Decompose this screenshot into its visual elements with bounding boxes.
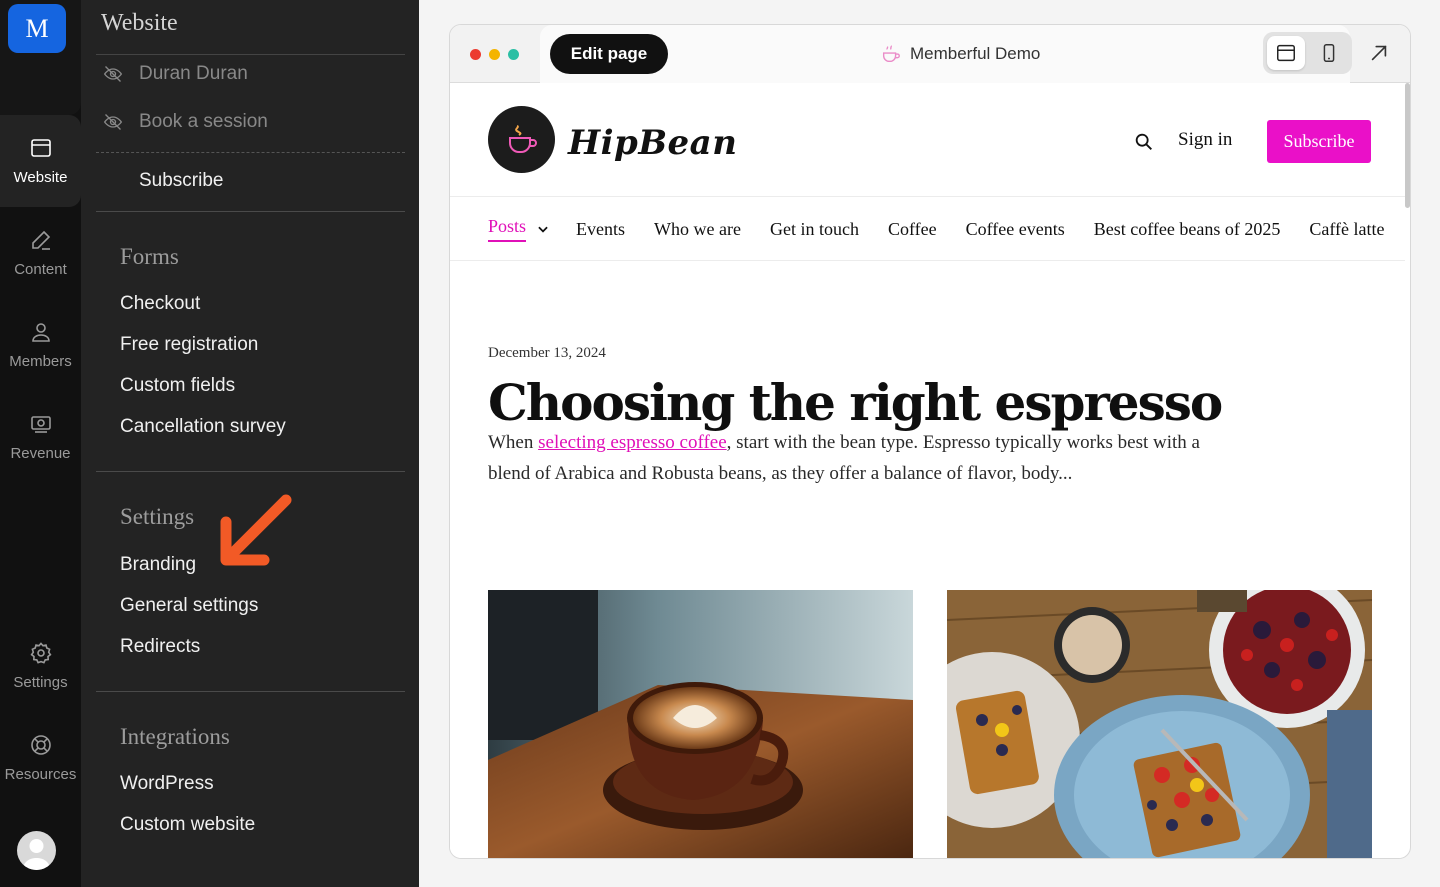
subscribe-page-link[interactable]: Subscribe: [139, 170, 224, 192]
view-mode-toggle: [1263, 32, 1352, 74]
window-close-dot: [470, 49, 481, 60]
nav-link-custom-fields[interactable]: Custom fields: [120, 375, 235, 397]
post-date: December 13, 2024: [488, 345, 606, 361]
site-preview-frame: Edit page Memberful Demo HipBean Sign in: [449, 24, 1411, 859]
chevron-down-icon[interactable]: [536, 222, 550, 236]
menu-item-caffe-latte[interactable]: Caffè latte: [1309, 219, 1384, 240]
lifebuoy-icon: [30, 735, 51, 755]
subnav-title: Website: [101, 10, 178, 36]
browser-window-icon: [30, 139, 51, 157]
rail-item-revenue[interactable]: Revenue: [0, 391, 81, 483]
preview-site-title-text: Memberful Demo: [910, 44, 1041, 63]
menu-item-coffee[interactable]: Coffee: [888, 219, 937, 240]
icon-rail: M Website Content Members Revenue Settin…: [0, 0, 81, 887]
divider: [96, 691, 405, 692]
desktop-view-button[interactable]: [1267, 36, 1305, 70]
rail-item-members[interactable]: Members: [0, 299, 81, 391]
eye-off-icon: [103, 66, 123, 82]
post-image-breakfast[interactable]: [947, 590, 1372, 858]
desktop-view-icon: [1277, 44, 1295, 62]
search-icon[interactable]: [1133, 131, 1155, 153]
nav-link-branding[interactable]: Branding: [120, 554, 196, 576]
rail-item-label: Content: [14, 261, 67, 278]
menu-item-who-we-are[interactable]: Who we are: [654, 219, 741, 240]
excerpt-text: When: [488, 432, 539, 453]
window-maximize-dot: [508, 49, 519, 60]
person-icon: [31, 323, 50, 342]
divider: [96, 211, 405, 212]
external-arrow-icon[interactable]: [1368, 42, 1390, 64]
post-excerpt: When selecting espresso coffee, start wi…: [488, 427, 1208, 489]
site-menu: Posts Events Who we are Get in touch Cof…: [488, 216, 1410, 242]
nav-link-checkout[interactable]: Checkout: [120, 293, 200, 315]
eye-off-icon: [103, 114, 123, 130]
divider: [450, 260, 1405, 261]
rail-header: M: [0, 0, 81, 115]
divider: [450, 196, 1405, 197]
rail-item-label: Members: [9, 353, 72, 370]
menu-item-get-in-touch[interactable]: Get in touch: [770, 219, 859, 240]
nav-link-custom-website[interactable]: Custom website: [120, 814, 255, 836]
divider: [96, 54, 405, 55]
post-image-latte[interactable]: [488, 590, 913, 858]
rail-item-content[interactable]: Content: [0, 207, 81, 299]
hipbean-logo-mark[interactable]: [488, 106, 555, 173]
window-minimize-dot: [489, 49, 500, 60]
rail-item-resources[interactable]: Resources: [0, 712, 81, 804]
excerpt-link[interactable]: selecting espresso coffee: [538, 432, 727, 453]
menu-item-posts[interactable]: Posts: [488, 216, 527, 242]
rail-item-label: Resources: [4, 766, 77, 783]
site-page: HipBean Sign in Subscribe Posts Events W…: [450, 83, 1405, 858]
hidden-page-book-a-session[interactable]: Book a session: [103, 111, 268, 133]
website-subnav: Website Duran Duran Book a session Subsc…: [81, 0, 419, 887]
section-heading-forms: Forms: [120, 244, 179, 269]
pointer-arrow-icon: [220, 494, 292, 566]
hidden-page-label: Book a session: [139, 111, 268, 132]
hidden-page-label: Duran Duran: [139, 63, 248, 84]
rail-item-label: Revenue: [10, 445, 71, 462]
preview-site-title: Memberful Demo: [880, 43, 1040, 65]
mobile-view-icon: [1323, 44, 1335, 62]
default-avatar-icon: [22, 839, 51, 870]
gear-icon: [30, 642, 51, 664]
nav-link-wordpress[interactable]: WordPress: [120, 773, 214, 795]
sign-in-link[interactable]: Sign in: [1178, 129, 1232, 151]
menu-item-best-coffee-beans[interactable]: Best coffee beans of 2025: [1094, 219, 1281, 240]
brand-name[interactable]: HipBean: [568, 123, 737, 163]
subscribe-button[interactable]: Subscribe: [1267, 120, 1371, 163]
section-heading-settings: Settings: [120, 504, 195, 529]
scrollbar[interactable]: [1405, 83, 1410, 208]
rail-item-label: Website: [13, 169, 68, 186]
nav-link-general-settings[interactable]: General settings: [120, 595, 258, 617]
rail-item-settings[interactable]: Settings: [0, 620, 81, 712]
menu-item-events[interactable]: Events: [576, 219, 625, 240]
section-heading-integrations: Integrations: [120, 724, 230, 749]
post-title[interactable]: Choosing the right espresso: [488, 373, 1223, 432]
dashed-divider: [96, 152, 405, 153]
nav-link-redirects[interactable]: Redirects: [120, 636, 200, 658]
hidden-page-duran-duran[interactable]: Duran Duran: [103, 63, 248, 85]
nav-link-free-registration[interactable]: Free registration: [120, 334, 258, 356]
rail-item-label: Settings: [13, 674, 68, 691]
mobile-view-button[interactable]: [1310, 36, 1348, 70]
nav-link-cancellation-survey[interactable]: Cancellation survey: [120, 416, 286, 438]
money-icon: [30, 416, 51, 433]
coffee-cup-icon: [508, 124, 537, 153]
edit-page-button[interactable]: Edit page: [550, 34, 668, 74]
breakfast-photo: [947, 590, 1372, 858]
divider: [96, 471, 405, 472]
latte-photo: [488, 590, 913, 858]
rail-item-website[interactable]: Website: [0, 115, 81, 207]
menu-item-coffee-events[interactable]: Coffee events: [966, 219, 1065, 240]
user-avatar[interactable]: [17, 831, 56, 870]
account-logo[interactable]: M: [8, 4, 66, 53]
coffee-cup-icon: [882, 45, 900, 63]
preview-toolbar: Edit page Memberful Demo: [450, 25, 1410, 83]
pencil-icon: [31, 230, 50, 250]
